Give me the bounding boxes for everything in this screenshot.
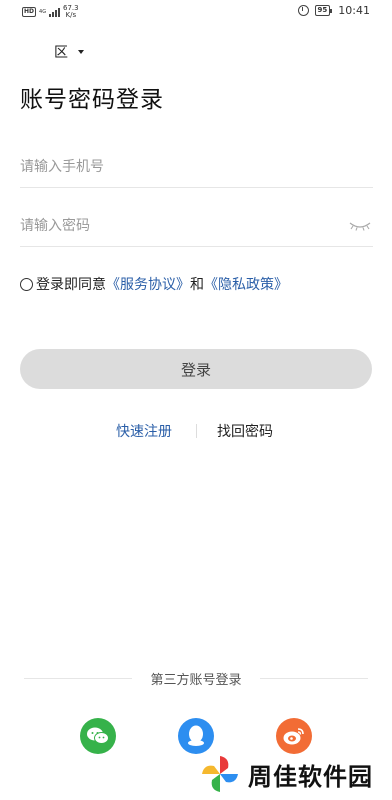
agreement-conjunction: 和 <box>190 277 204 293</box>
phone-field <box>20 148 373 188</box>
net-speed-unit: K/s <box>65 11 77 19</box>
find-password-link[interactable]: 找回密码 <box>217 421 273 441</box>
qq-login-button[interactable] <box>178 718 214 754</box>
net-speed: 67.3 K/s <box>63 5 79 19</box>
quick-register-link[interactable]: 快速注册 <box>116 421 172 441</box>
third-party-title: 第三方账号登录 <box>142 673 250 688</box>
status-bar-left: HD 4G 67.3 K/s <box>22 5 79 19</box>
watermark-text: 周佳软件园 <box>248 762 373 791</box>
caret-down-icon <box>78 50 84 54</box>
agreement-radio[interactable] <box>20 277 33 291</box>
weibo-icon <box>283 728 304 745</box>
hd-icon: HD <box>22 7 37 17</box>
login-button-label: 登录 <box>180 360 211 379</box>
wechat-login-button[interactable] <box>80 718 116 754</box>
divider-right <box>260 678 368 679</box>
watermark: 周佳软件园 <box>198 752 373 796</box>
region-selector[interactable]: 区 <box>54 42 84 62</box>
battery-level: 95 <box>314 5 331 16</box>
password-input[interactable] <box>20 207 320 245</box>
status-bar: HD 4G 67.3 K/s 95 10:41 <box>0 0 392 24</box>
third-party-header: 第三方账号登录 <box>0 669 392 689</box>
page-title: 账号密码登录 <box>20 87 164 113</box>
service-agreement-link[interactable]: 《服务协议》 <box>106 274 190 294</box>
status-bar-right: 95 10:41 <box>297 4 370 17</box>
password-field <box>20 207 373 247</box>
region-label: 区 <box>54 45 68 61</box>
qq-icon <box>188 725 204 746</box>
eye-closed-icon[interactable] <box>349 221 371 231</box>
alarm-icon <box>297 5 309 16</box>
privacy-policy-link[interactable]: 《隐私政策》 <box>204 274 288 294</box>
agreement-prefix: 登录即同意 <box>36 277 106 293</box>
login-button[interactable]: 登录 <box>20 349 372 389</box>
clock: 10:41 <box>338 4 370 17</box>
account-links: 快速注册 找回密码 <box>0 421 392 441</box>
battery-icon: 95 <box>314 5 333 16</box>
network-type: 4G <box>39 8 47 15</box>
pinwheel-logo-icon <box>202 756 238 792</box>
divider-left <box>24 678 132 679</box>
weibo-login-button[interactable] <box>276 718 312 754</box>
signal-icon <box>49 7 61 17</box>
wechat-icon <box>87 727 109 744</box>
agreement-row: 登录即同意 《服务协议》 和 《隐私政策》 <box>20 274 288 294</box>
links-divider <box>196 424 197 438</box>
phone-input[interactable] <box>20 148 320 186</box>
